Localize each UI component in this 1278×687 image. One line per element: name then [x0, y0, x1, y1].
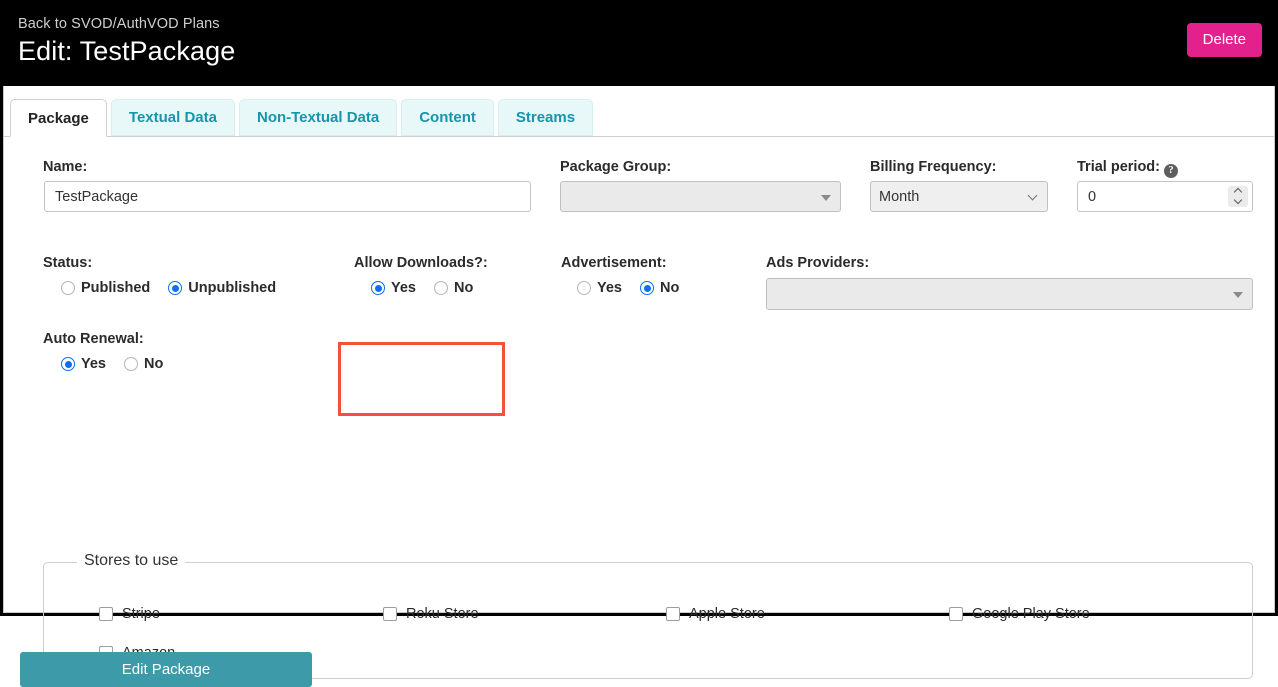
- store-checkbox-apple[interactable]: Apple Store: [666, 606, 765, 622]
- radio-auto-renewal-no[interactable]: [124, 357, 138, 371]
- tab-package[interactable]: Package: [10, 99, 107, 137]
- stores-legend: Stores to use: [77, 552, 186, 570]
- tab-non-textual-data[interactable]: Non-Textual Data: [238, 99, 398, 136]
- trial-period-wrap: [1077, 181, 1253, 212]
- ads-providers-select[interactable]: [766, 278, 1253, 310]
- checkbox-google-play-store[interactable]: [949, 607, 963, 621]
- radio-published[interactable]: [61, 281, 75, 295]
- name-label: Name:: [43, 159, 88, 175]
- store-label-apple: Apple Store: [689, 606, 765, 622]
- radio-auto-renewal-yes[interactable]: [61, 357, 75, 371]
- allow-downloads-radio-group: Yes No: [371, 280, 473, 296]
- auto-renewal-label: Auto Renewal:: [43, 331, 144, 347]
- billing-frequency-wrap: Month: [870, 181, 1048, 212]
- allow-downloads-yes-label: Yes: [391, 280, 416, 296]
- ads-providers-label: Ads Providers:: [766, 255, 870, 271]
- allow-downloads-label: Allow Downloads?:: [354, 255, 488, 271]
- allow-downloads-no-label: No: [454, 280, 474, 296]
- advertisement-yes-label: Yes: [597, 280, 622, 296]
- store-checkbox-stripe[interactable]: Stripe: [99, 606, 160, 622]
- caret-down-icon: [821, 194, 831, 201]
- package-form: Name: Package Group: Billing Frequency: …: [4, 137, 1274, 679]
- auto-renewal-option-no[interactable]: No: [124, 356, 163, 372]
- tab-bar: Package Textual Data Non-Textual Data Co…: [4, 99, 1274, 137]
- billing-frequency-select[interactable]: Month: [870, 181, 1048, 212]
- auto-renewal-yes-label: Yes: [81, 356, 106, 372]
- store-checkbox-roku[interactable]: Roku Store: [383, 606, 479, 622]
- trial-period-label: Trial period:?: [1077, 159, 1178, 178]
- trial-period-label-text: Trial period:: [1077, 159, 1160, 175]
- package-group-label: Package Group:: [560, 159, 672, 175]
- store-checkbox-google-play[interactable]: Google Play Store: [949, 606, 1090, 622]
- status-published-label: Published: [81, 280, 151, 296]
- store-label-stripe: Stripe: [122, 606, 160, 622]
- tab-content[interactable]: Content: [401, 99, 494, 136]
- app-header: Back to SVOD/AuthVOD Plans Edit: TestPac…: [0, 0, 1278, 86]
- content-panel: Package Textual Data Non-Textual Data Co…: [3, 86, 1275, 687]
- auto-renewal-option-yes[interactable]: Yes: [61, 356, 106, 372]
- spinner-down-icon[interactable]: [1235, 196, 1242, 203]
- radio-unpublished[interactable]: [168, 281, 183, 295]
- auto-renewal-no-label: No: [144, 356, 164, 372]
- advertisement-option-yes[interactable]: Yes: [577, 280, 622, 296]
- edit-package-button[interactable]: Edit Package: [20, 652, 312, 687]
- billing-frequency-label: Billing Frequency:: [870, 159, 997, 175]
- number-spinner[interactable]: [1228, 186, 1248, 207]
- advertisement-label: Advertisement:: [561, 255, 667, 271]
- name-input[interactable]: [44, 181, 531, 212]
- auto-renewal-radio-group: Yes No: [61, 356, 163, 372]
- radio-advertisement-no[interactable]: [640, 281, 654, 295]
- checkbox-roku-store[interactable]: [383, 607, 397, 621]
- advertisement-radio-group: Yes No: [577, 280, 679, 296]
- caret-down-icon: [1233, 292, 1243, 298]
- status-option-published[interactable]: Published: [61, 280, 150, 296]
- tab-textual-data[interactable]: Textual Data: [110, 99, 235, 136]
- advertisement-no-label: No: [660, 280, 680, 296]
- status-unpublished-label: Unpublished: [188, 280, 277, 296]
- page-title: Edit: TestPackage: [18, 36, 236, 66]
- status-radio-group: Published Unpublished: [61, 280, 276, 296]
- allow-downloads-option-no[interactable]: No: [434, 280, 473, 296]
- delete-button[interactable]: Delete: [1186, 23, 1262, 57]
- trial-period-input[interactable]: [1077, 181, 1253, 212]
- store-label-roku: Roku Store: [406, 606, 479, 622]
- back-to-plans-link[interactable]: Back to SVOD/AuthVOD Plans: [18, 16, 220, 32]
- advertisement-option-no[interactable]: No: [640, 280, 679, 296]
- tab-streams[interactable]: Streams: [497, 99, 594, 136]
- radio-downloads-no[interactable]: [434, 281, 448, 295]
- radio-downloads-yes[interactable]: [371, 281, 385, 295]
- status-label: Status:: [43, 255, 93, 271]
- status-option-unpublished[interactable]: Unpublished: [168, 280, 276, 296]
- radio-advertisement-yes[interactable]: [577, 281, 591, 295]
- spinner-up-icon[interactable]: [1235, 188, 1242, 195]
- allow-downloads-option-yes[interactable]: Yes: [371, 280, 416, 296]
- checkbox-apple-store[interactable]: [666, 607, 680, 621]
- package-group-select[interactable]: [560, 181, 841, 212]
- store-label-google-play: Google Play Store: [972, 606, 1090, 622]
- help-circle-icon[interactable]: ?: [1164, 164, 1178, 178]
- checkbox-stripe[interactable]: [99, 607, 113, 621]
